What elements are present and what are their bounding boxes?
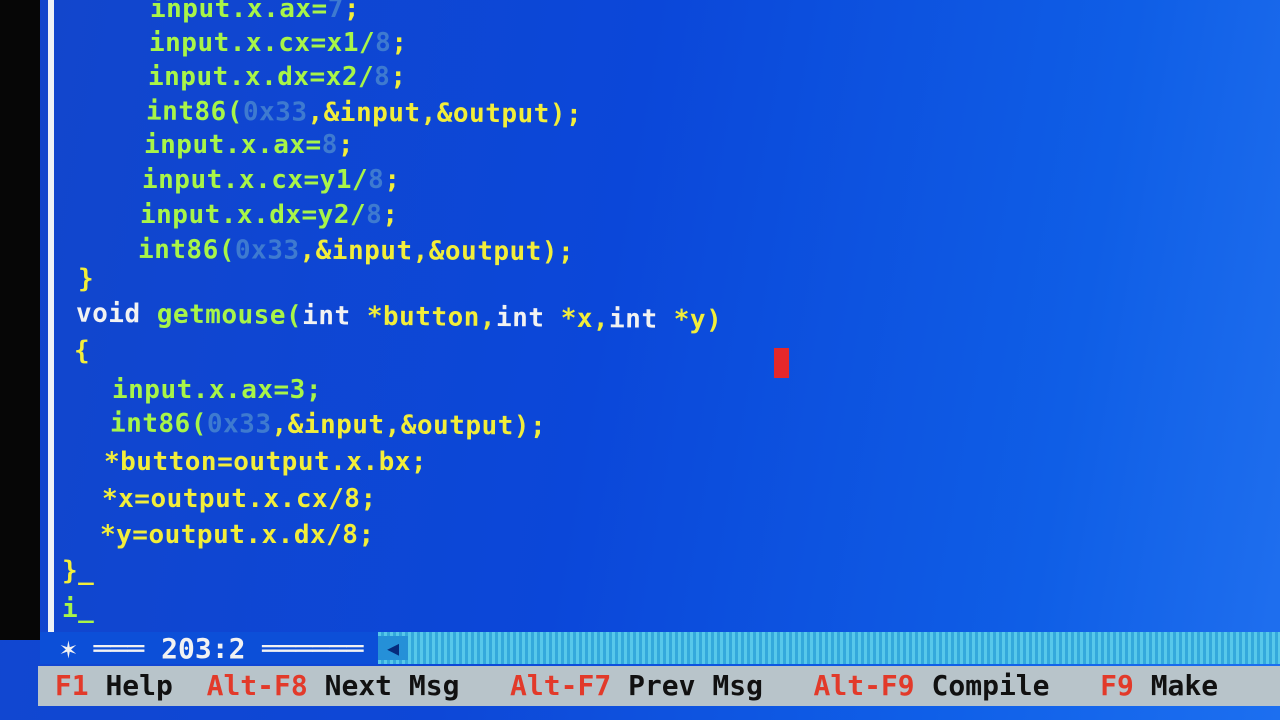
horizontal-scrollbar[interactable]: ◀ (378, 632, 1280, 664)
fkey-f9[interactable]: F9 (1100, 669, 1134, 702)
code-token: *x, (560, 303, 610, 335)
code-token: ; (391, 28, 408, 58)
code-token: void (75, 298, 157, 330)
code-token: input.x.ax= (150, 0, 328, 24)
fkey-label[interactable]: Next Msg (325, 669, 460, 702)
code-token: int86( (109, 408, 208, 440)
code-token: 7 (327, 0, 344, 24)
fkey-label[interactable]: Make (1151, 669, 1218, 702)
code-token: int86( (137, 234, 236, 266)
fkey-alt-f7[interactable]: Alt-F7 (510, 669, 611, 702)
text-cursor (774, 348, 789, 378)
code-line[interactable]: input.x.dx=y2/8; (140, 200, 398, 230)
code-line[interactable]: int86(0x33,&input,&output); (110, 408, 546, 441)
code-token: int86( (145, 96, 244, 128)
fkey-alt-f9[interactable]: Alt-F9 (814, 669, 915, 702)
fkey-label[interactable]: Help (105, 669, 172, 702)
fkey-alt-f8[interactable]: Alt-F8 (207, 669, 308, 702)
code-token: *button, (366, 301, 497, 334)
code-token: 0x33 (242, 97, 308, 128)
code-line[interactable]: input.x.cx=x1/8; (149, 28, 407, 58)
code-line[interactable]: *button=output.x.bx; (104, 447, 427, 477)
code-token: input.x.ax= (144, 130, 322, 160)
code-line[interactable]: i_ (62, 594, 94, 624)
code-token: int (495, 303, 561, 334)
code-token: ,&input,&output); (299, 235, 575, 268)
code-token: input.x.dx=x2/ (148, 62, 375, 92)
code-token: ; (382, 200, 399, 230)
code-token: int (302, 300, 367, 332)
code-line[interactable]: *x=output.x.cx/8; (102, 484, 377, 514)
cursor-position: ✶ ═══ 203:2 ══════ (60, 632, 364, 665)
code-token: getmouse( (156, 299, 303, 331)
code-token: i_ (62, 594, 95, 624)
code-token: ; (390, 62, 407, 92)
code-token: 8 (366, 200, 383, 230)
code-token: } (78, 264, 95, 294)
code-line[interactable]: input.x.ax=7; (150, 0, 360, 24)
code-token: ,&input,&output); (307, 97, 583, 130)
code-token: 8 (375, 28, 392, 58)
code-token: ; (343, 0, 360, 24)
code-line[interactable]: *y=output.x.dx/8; (100, 520, 375, 550)
code-line[interactable]: input.x.ax=3; (112, 375, 322, 405)
code-token: ,&input,&output); (271, 409, 547, 442)
code-line[interactable]: { (74, 336, 90, 366)
dos-screen: input.x.ax=7; input.x.cx=x1/8; input.x.dx=… (0, 0, 1280, 720)
code-token: 8 (368, 165, 385, 195)
code-token: *y) (673, 304, 723, 336)
code-token: *button=output.x.bx; (104, 447, 428, 477)
code-token: 0x33 (206, 409, 272, 440)
fkey-label[interactable]: Compile (932, 669, 1050, 702)
code-token: input.x.dx=y2/ (140, 200, 367, 230)
code-token: ; (384, 165, 401, 195)
code-token: 8 (374, 62, 391, 92)
code-token: 0x33 (234, 235, 300, 266)
code-token: input.x.cx=x1/ (149, 28, 376, 58)
fkey-f1[interactable]: F1 (55, 669, 89, 702)
function-key-bar: F1 Help Alt-F8 Next Msg Alt-F7 Prev Msg … (38, 666, 1280, 706)
code-token: }_ (62, 556, 95, 586)
code-line[interactable]: int86(0x33,&input,&output); (146, 96, 582, 129)
fkey-label[interactable]: Prev Msg (628, 669, 763, 702)
code-token: *y=output.x.dx/8; (100, 520, 375, 550)
code-line[interactable]: input.x.cx=y1/8; (142, 165, 400, 195)
code-token: input.x.cx=y1/ (142, 165, 369, 195)
status-marker-icon: ✶ ═══ (60, 632, 162, 665)
code-token: ; (337, 130, 354, 160)
code-line[interactable]: int86(0x33,&input,&output); (138, 235, 574, 267)
code-token: input.x.ax=3; (112, 375, 322, 405)
scroll-left-arrow-icon[interactable]: ◀ (378, 636, 408, 660)
code-token: *x=output.x.cx/8; (102, 484, 377, 514)
code-token: { (74, 336, 91, 366)
position-readout: 203:2 (161, 632, 246, 665)
code-token: int (608, 304, 674, 335)
code-line[interactable]: input.x.dx=x2/8; (148, 62, 406, 92)
code-line[interactable]: input.x.ax=8; (144, 130, 354, 160)
code-line[interactable]: }_ (62, 556, 94, 586)
editor-frame-left (48, 0, 54, 640)
code-token: 8 (321, 130, 338, 160)
code-line[interactable]: } (78, 264, 94, 294)
